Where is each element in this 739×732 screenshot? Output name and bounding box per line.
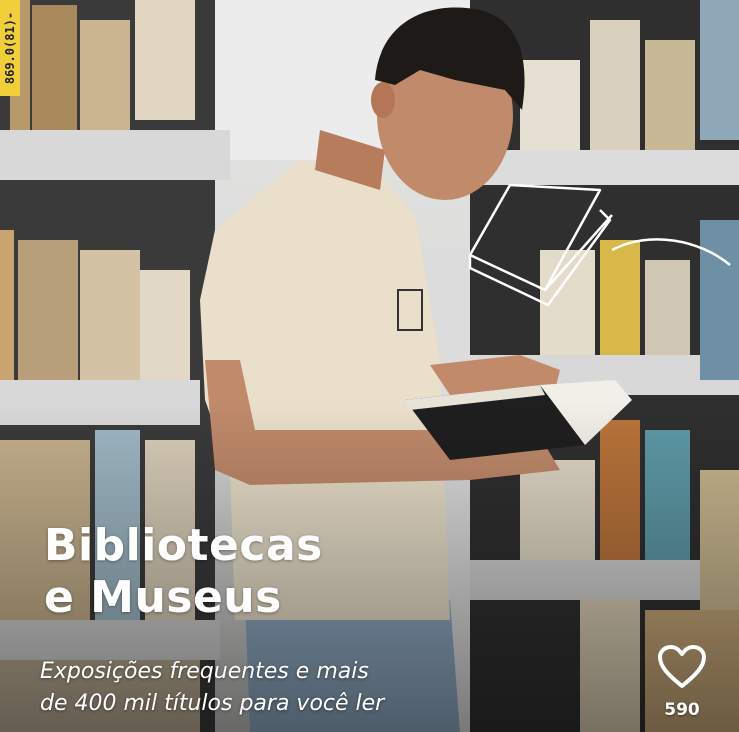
- subtitle-line-1: Exposições frequentes e mais: [40, 659, 369, 684]
- photo-card: 869.0(81)- Bibliotecas e Museus Exposiçõ…: [0, 0, 739, 732]
- heart-icon[interactable]: [657, 644, 707, 690]
- book-spine-label: 869.0(81)-: [0, 0, 20, 96]
- subtitle-line-2: de 400 mil títulos para você ler: [40, 691, 385, 716]
- headline: Bibliotecas e Museus: [44, 520, 323, 624]
- subtitle: Exposições frequentes e mais de 400 mil …: [40, 656, 384, 720]
- like-count: 590: [664, 700, 700, 720]
- headline-line-2: e Museus: [44, 572, 282, 623]
- headline-line-1: Bibliotecas: [44, 520, 323, 571]
- like-button[interactable]: 590: [652, 644, 712, 732]
